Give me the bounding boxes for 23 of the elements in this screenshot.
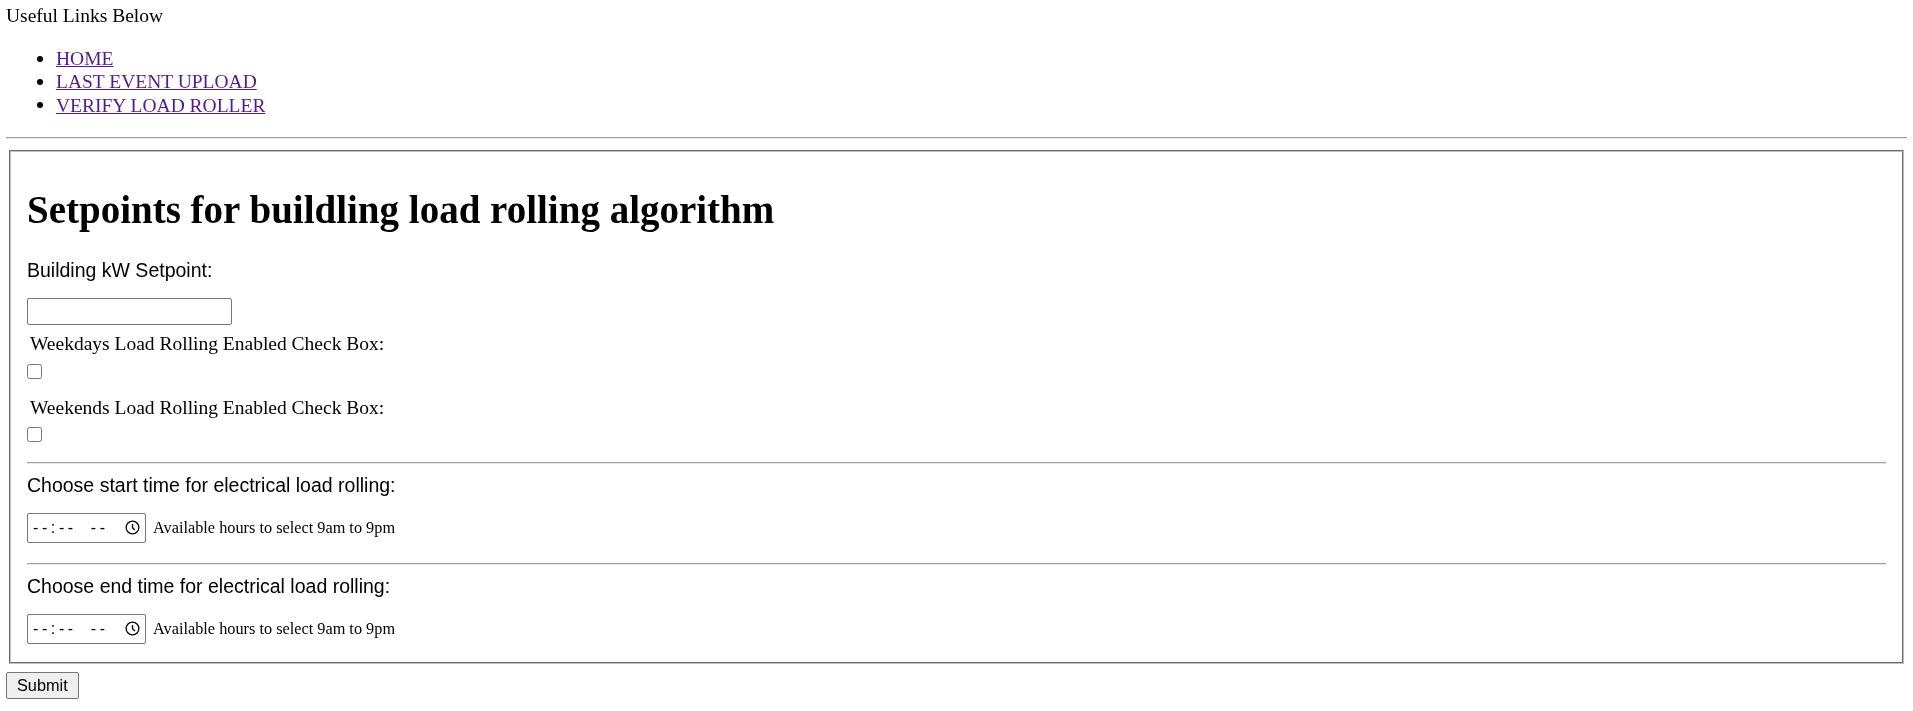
checkbox[interactable] xyxy=(27,426,42,442)
nav-link[interactable]: VERIFY LOAD ROLLER xyxy=(56,93,266,117)
intro-text: Useful Links Below xyxy=(6,5,164,27)
time-field[interactable]: --:-- -- xyxy=(27,512,146,543)
form-title: Setpoints for buildling load rolling algorithm xyxy=(27,186,775,232)
clock-icon xyxy=(125,520,140,536)
checkbox[interactable] xyxy=(27,363,42,379)
field-label: Building kW Setpoint: xyxy=(27,258,213,282)
clock-icon xyxy=(125,621,140,637)
checkbox-label: Weekends Load Rolling Enabled Check Box: xyxy=(29,397,385,420)
bullet-icon xyxy=(37,55,43,62)
nav-link[interactable]: HOME xyxy=(56,47,114,71)
hint-text: Available hours to select 9am to 9pm xyxy=(153,517,396,538)
text-input[interactable] xyxy=(27,297,232,325)
checkbox-label: Weekdays Load Rolling Enabled Check Box: xyxy=(29,333,385,356)
bullet-icon xyxy=(37,102,43,109)
nav-link[interactable]: LAST EVENT UPLOAD xyxy=(56,70,257,94)
field-label: Choose start time for electrical load rolling: xyxy=(27,474,396,497)
hint-text: Available hours to select 9am to 9pm xyxy=(153,618,396,639)
field-label: Choose end time for electrical load rolling: xyxy=(27,574,391,598)
time-field[interactable]: --:-- -- xyxy=(27,613,146,644)
submit-button[interactable]: Submit xyxy=(6,671,79,699)
bullet-icon xyxy=(37,78,43,85)
